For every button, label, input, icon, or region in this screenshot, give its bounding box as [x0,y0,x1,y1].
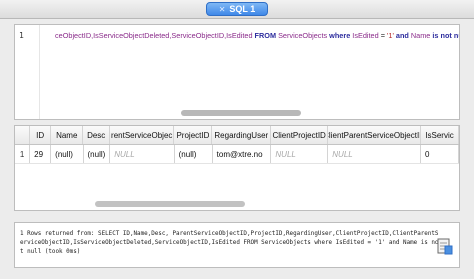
grid-horizontal-scrollbar[interactable] [15,200,459,208]
code-line[interactable]: ceObjectID,IsServiceObjectDeleted,Servic… [55,31,459,40]
column-header[interactable]: ClientParentServiceObjectID [328,126,422,144]
column-header[interactable]: ID [30,126,52,144]
grid-header: ID Name Desc rentServiceObjec ProjectID Regar… [15,126,459,145]
document-export-icon[interactable] [437,237,453,255]
table-cell[interactable]: tom@xtre.no [213,145,272,163]
column-header[interactable]: Name [51,126,84,144]
code-token: ceObjectID,IsServiceObjectDeleted,Servic… [55,31,253,40]
column-header[interactable]: rentServiceObjec [110,126,175,144]
table-cell[interactable]: (null) [51,145,84,163]
column-header[interactable]: Desc [83,126,110,144]
table-cell[interactable]: NULL [328,145,421,163]
grid-scroll-thumb[interactable] [95,201,245,207]
table-cell[interactable]: NULL [110,145,175,163]
tab-sql-1[interactable]: ✕ SQL 1 [206,2,268,16]
code-token: IsEdited [352,31,379,40]
row-number: 1 [15,145,31,163]
table-cell[interactable]: (null) [175,145,213,163]
column-header[interactable]: ProjectID [174,126,213,144]
message-panel: 1 Rows returned from: SELECT ID,Name,Des… [14,222,460,268]
close-icon[interactable]: ✕ [219,5,226,14]
column-header[interactable] [15,126,31,144]
table-cell[interactable]: 29 [30,145,52,163]
message-text: 1 Rows returned from: SELECT ID,Name,Des… [20,231,439,255]
table-cell[interactable]: (null) [84,145,111,163]
column-header[interactable]: ClientProjectID [271,126,329,144]
editor-horizontal-scrollbar[interactable] [39,109,459,117]
code-token: '1' [387,31,394,40]
code-token: Name [410,31,431,40]
line-gutter: 1 [15,25,40,119]
code-token: FROM [252,31,279,40]
code-token: and [393,31,411,40]
table-cell[interactable]: NULL [271,145,329,163]
code-token: where [327,31,353,40]
column-header[interactable]: IsServic [421,126,459,144]
table-cell[interactable]: 0 [421,145,459,163]
results-grid[interactable]: ID Name Desc rentServiceObjec ProjectID Regar… [14,125,460,211]
code-token: = [378,31,387,40]
code-token: ServiceObjects [278,31,328,40]
line-number: 1 [19,31,24,40]
code-token: is not null [432,31,459,40]
window-titlebar: ✕ SQL 1 [0,0,474,19]
column-header[interactable]: RegardingUser [212,126,272,144]
tab-title: SQL 1 [229,4,256,14]
table-row[interactable]: 1 29 (null) (null) NULL (null) tom@xtre.no NULL… [15,145,459,164]
editor-scroll-thumb[interactable] [181,110,301,116]
sql-editor[interactable]: 1 ceObjectID,IsServiceObjectDeleted,Serv… [14,24,460,120]
